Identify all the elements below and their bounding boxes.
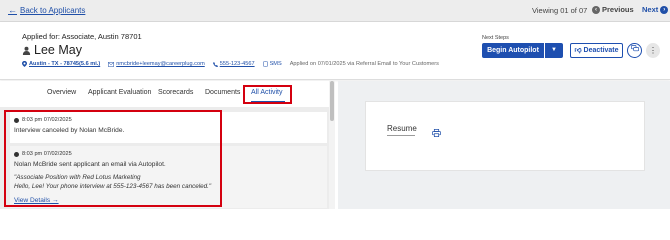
tab-bar: Overview Applicant Evaluation Scorecards… xyxy=(0,81,330,107)
candidate-header: Applied for: Associate, Austin 78701 Lee… xyxy=(0,22,670,80)
viewing-count: Viewing 01 of 07 xyxy=(532,6,588,15)
resume-tab[interactable]: Resume xyxy=(387,124,417,133)
arrow-left-icon: ← xyxy=(8,5,17,15)
phone-icon xyxy=(212,61,218,67)
map-pin-icon xyxy=(22,61,27,67)
tab-documents[interactable]: Documents xyxy=(205,89,240,96)
thumbs-down-icon: 👎︎ xyxy=(574,47,582,54)
tab-overview[interactable]: Overview xyxy=(47,89,76,96)
chat-bubbles-icon xyxy=(630,45,639,52)
envelope-icon xyxy=(108,61,115,67)
deactivate-button[interactable]: 👎︎ Deactivate xyxy=(570,43,623,58)
candidate-meta: Austin - TX - 78745(5.6 mi.) nmcbride+le… xyxy=(22,61,439,67)
chevron-right-icon: › xyxy=(660,5,669,14)
tab-highlight-box xyxy=(243,85,292,104)
autopilot-dropdown-button[interactable]: ▼ xyxy=(545,43,563,58)
more-options-button[interactable]: ⋮ xyxy=(646,43,660,58)
email-item[interactable]: nmcbride+leemay@careerplug.com xyxy=(108,61,205,67)
user-icon xyxy=(22,46,31,55)
back-link-label: Back to Applicants xyxy=(20,5,86,15)
top-nav-bar: ← Back to Applicants Viewing 01 of 07 ‹ … xyxy=(0,0,670,22)
tab-applicant-evaluation[interactable]: Applicant Evaluation xyxy=(88,89,151,96)
resume-tab-indicator xyxy=(387,135,415,136)
candidate-name-text: Lee May xyxy=(34,43,82,57)
chat-button[interactable] xyxy=(627,43,642,58)
phone-item[interactable]: 555-123-4567 xyxy=(212,61,255,67)
begin-autopilot-button[interactable]: Begin Autopilot xyxy=(482,43,544,58)
location-text: Austin - TX - 78745(5.6 mi.) xyxy=(29,61,101,67)
tab-scorecards[interactable]: Scorecards xyxy=(158,89,193,96)
back-to-applicants-link[interactable]: ← Back to Applicants xyxy=(8,5,85,15)
scrollbar[interactable] xyxy=(329,81,335,209)
scrollbar-thumb[interactable] xyxy=(330,81,334,121)
applied-for-text: Applied for: Associate, Austin 78701 xyxy=(22,32,142,41)
previous-label: Previous xyxy=(602,5,634,14)
chevron-down-icon: ▼ xyxy=(551,47,557,53)
sms-icon xyxy=(263,61,268,67)
sms-item[interactable]: SMS xyxy=(263,61,282,67)
resume-panel: Resume xyxy=(338,81,670,209)
activity-highlight-box xyxy=(4,110,222,207)
email-text: nmcbride+leemay@careerplug.com xyxy=(116,61,205,67)
deactivate-label: Deactivate xyxy=(583,47,619,54)
resume-card: Resume xyxy=(365,101,645,171)
applied-on-text: Applied on 07/01/2025 via Referral Email… xyxy=(289,61,439,67)
sms-text: SMS xyxy=(269,61,282,67)
vertical-dots-icon: ⋮ xyxy=(649,46,657,55)
candidate-name: Lee May xyxy=(22,43,82,57)
next-steps-label: Next Steps xyxy=(482,35,509,41)
chevron-left-icon: ‹ xyxy=(592,5,600,14)
next-button[interactable]: Next › xyxy=(642,5,669,14)
previous-button[interactable]: ‹ Previous xyxy=(592,5,634,14)
next-label: Next xyxy=(642,5,659,14)
location-item[interactable]: Austin - TX - 78745(5.6 mi.) xyxy=(22,61,100,67)
print-icon[interactable] xyxy=(432,129,441,137)
phone-text: 555-123-4567 xyxy=(219,61,255,67)
